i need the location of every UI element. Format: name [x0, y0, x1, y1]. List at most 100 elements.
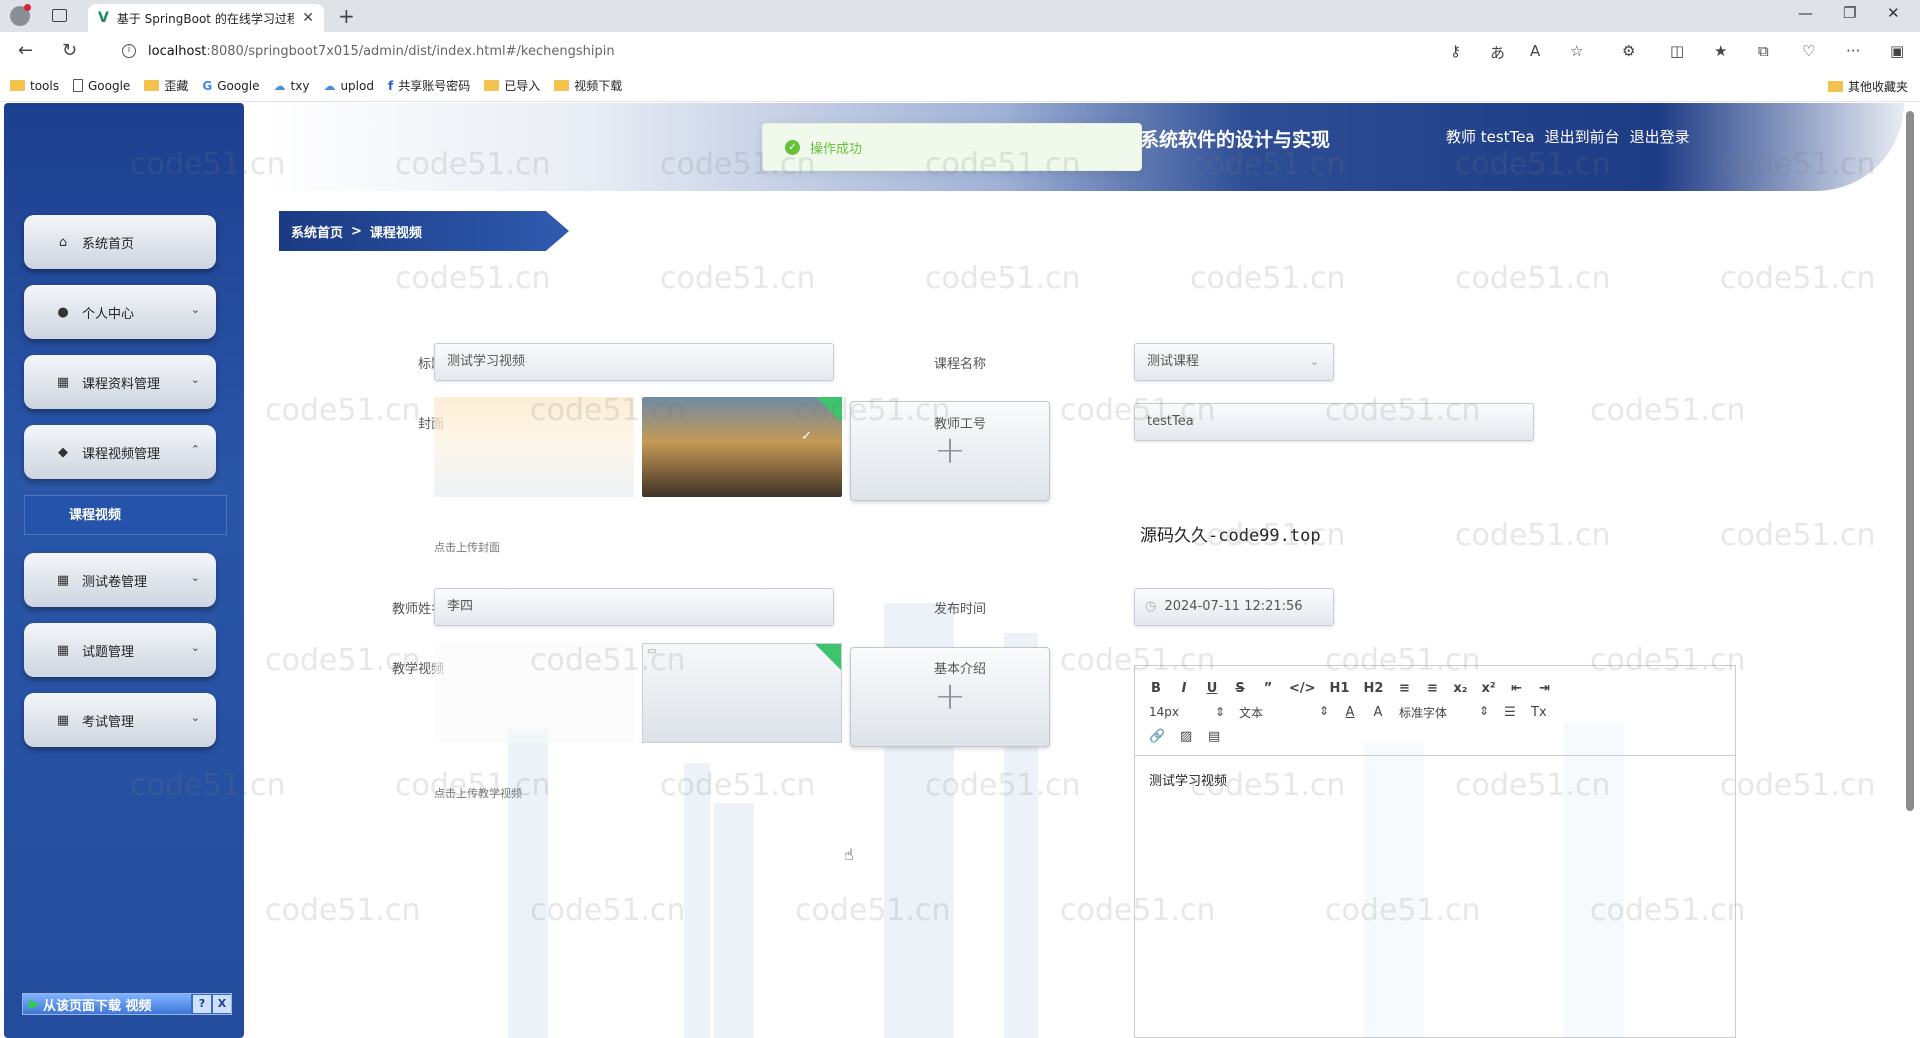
back-icon[interactable]: ←	[18, 40, 33, 61]
site-info-icon[interactable]: i	[122, 44, 136, 58]
grid-icon: ▦	[56, 712, 70, 728]
tab-actions-icon[interactable]	[52, 9, 67, 22]
breadcrumb-home[interactable]: 系统首页	[291, 222, 343, 241]
other-bookmarks[interactable]: 其他收藏夹	[1827, 78, 1908, 95]
subscript-button[interactable]: x₂	[1453, 681, 1467, 696]
background-color-button[interactable]: A	[1371, 705, 1385, 720]
bullet-list-button[interactable]: ≡	[1425, 681, 1439, 696]
minimize-icon[interactable]: —	[1798, 4, 1813, 22]
folder-icon	[144, 80, 160, 91]
page-scrollbar[interactable]	[1906, 111, 1914, 811]
sidebar-toggle-icon[interactable]: ▣	[1890, 42, 1904, 60]
bookmark-google[interactable]: Google	[72, 79, 130, 93]
block-type-select[interactable]: 文本 ⇕	[1239, 704, 1329, 721]
more-menu-icon[interactable]: ···	[1846, 42, 1860, 60]
bookmark-tools[interactable]: tools	[10, 79, 59, 93]
image-icon[interactable]: ▨	[1179, 729, 1193, 744]
blockquote-button[interactable]: ”	[1261, 681, 1275, 696]
h1-button[interactable]: H1	[1330, 681, 1350, 696]
logout-link[interactable]: 退出登录	[1630, 126, 1690, 147]
code-button[interactable]: </>	[1289, 681, 1316, 696]
bookmark-shared-accounts[interactable]: f 共享账号密码	[388, 77, 470, 94]
bookmark-folder[interactable]: 歪藏	[144, 77, 188, 94]
outdent-button[interactable]: ⇤	[1510, 681, 1524, 696]
ordered-list-button[interactable]: ≡	[1397, 681, 1411, 696]
app-area: ⌂ 系统首页 ● 个人中心 ⌄ ▦ 课程资料管理 ⌄ ◆ 课程视频管理 ⌃ 课程…	[0, 103, 1920, 1038]
user-icon: ●	[57, 304, 69, 320]
download-close-button[interactable]: X	[213, 995, 231, 1013]
clear-format-button[interactable]: Tx	[1531, 705, 1547, 720]
refresh-icon[interactable]: ↻	[62, 40, 77, 61]
video-icon[interactable]: ▤	[1207, 729, 1221, 744]
sidebar-item-course-materials[interactable]: ▦ 课程资料管理 ⌄	[24, 355, 216, 409]
bookmark-uplod[interactable]: ☁ uplod	[323, 79, 374, 93]
cover-image-2[interactable]: ✓	[642, 397, 842, 497]
address-bar: ← ↻ i localhost :8080/springboot7x015/ad…	[0, 32, 1920, 70]
success-check-icon: ✓	[785, 139, 800, 155]
sidebar-item-test-paper[interactable]: ▦ 测试卷管理 ⌄	[24, 553, 216, 607]
video-download-button[interactable]: ▶ 从该页面下载 视频	[23, 994, 191, 1014]
indent-button[interactable]: ⇥	[1538, 681, 1552, 696]
favorites-icon[interactable]: ★	[1714, 42, 1727, 60]
course-select[interactable]: 测试课程 ⌄	[1134, 343, 1334, 381]
align-icon[interactable]: ☰	[1503, 705, 1517, 720]
favorite-star-icon[interactable]: ☆	[1570, 42, 1583, 60]
sidebar-item-personal-center[interactable]: ● 个人中心 ⌄	[24, 285, 216, 339]
bookmark-video-download[interactable]: 视频下载	[554, 77, 622, 94]
tab-close-icon[interactable]: ✕	[302, 10, 314, 26]
link-icon[interactable]: 🔗	[1149, 729, 1165, 744]
cover-image-1[interactable]	[434, 397, 634, 497]
font-size-select[interactable]: 14px ⇕	[1149, 705, 1225, 719]
bookmark-txy[interactable]: ☁ txy	[274, 79, 310, 93]
uploaded-flag-icon	[815, 644, 841, 670]
cloud-icon: ☁	[273, 78, 286, 93]
new-tab-icon[interactable]: +	[338, 4, 355, 28]
video-preview-1[interactable]	[434, 643, 634, 743]
read-aloud-icon[interactable]: A	[1530, 42, 1540, 60]
title-input[interactable]: 测试学习视频	[434, 343, 834, 381]
teacher-name-label: 教师姓名	[391, 602, 444, 617]
bookmark-imported[interactable]: 已导入	[484, 77, 540, 94]
home-icon: ⌂	[58, 234, 68, 250]
video-preview-2[interactable]: ▭	[642, 643, 842, 743]
sidebar: ⌂ 系统首页 ● 个人中心 ⌄ ▦ 课程资料管理 ⌄ ◆ 课程视频管理 ⌃ 课程…	[4, 103, 244, 1038]
play-icon: ▶	[29, 996, 39, 1012]
breadcrumb: 系统首页 > 课程视频	[279, 211, 569, 251]
underline-button[interactable]: U	[1205, 681, 1219, 696]
publish-time-picker[interactable]: ◷ 2024-07-11 12:21:56	[1134, 588, 1334, 626]
window-close-icon[interactable]: ✕	[1887, 4, 1900, 22]
sidebar-item-questions[interactable]: ▦ 试题管理 ⌄	[24, 623, 216, 677]
browser-essentials-icon[interactable]: ♡	[1802, 42, 1815, 60]
bookmark-google-2[interactable]: G Google	[202, 79, 259, 93]
font-color-button[interactable]: A	[1343, 705, 1357, 720]
sidebar-item-course-video-mgmt[interactable]: ◆ 课程视频管理 ⌃	[24, 425, 216, 479]
app-title: 系统软件的设计与实现	[1140, 129, 1331, 151]
browser-tab[interactable]: V 基于 SpringBoot 的在线学习过程 ✕	[88, 4, 324, 32]
download-help-button[interactable]: ?	[193, 995, 211, 1013]
sidebar-subitem-course-video[interactable]: 课程视频	[24, 495, 227, 535]
key-icon[interactable]: ⚷	[1450, 42, 1461, 60]
restore-icon[interactable]: ❐	[1843, 4, 1856, 22]
teacher-no-input[interactable]: testTea	[1134, 403, 1534, 441]
h2-button[interactable]: H2	[1363, 681, 1383, 696]
folder-icon	[484, 80, 500, 91]
editor-content[interactable]: 测试学习视频	[1149, 770, 1227, 789]
breadcrumb-current: 课程视频	[369, 225, 422, 241]
strike-button[interactable]: S	[1233, 681, 1247, 696]
teacher-name-input[interactable]: 李四	[434, 588, 834, 626]
sidebar-item-exams[interactable]: ▦ 考试管理 ⌄	[24, 693, 216, 747]
check-icon: ✓	[801, 429, 812, 444]
translate-icon[interactable]: あ	[1490, 42, 1505, 63]
back-to-front-link[interactable]: 退出到前台	[1545, 126, 1620, 147]
extensions-icon[interactable]: ⚙	[1622, 42, 1635, 60]
url-field[interactable]: i localhost :8080/springboot7x015/admin/…	[108, 36, 1578, 66]
font-family-select[interactable]: 标准字体 ⇕	[1399, 704, 1489, 721]
collections-icon[interactable]: ⧉	[1758, 42, 1769, 60]
sidebar-item-home[interactable]: ⌂ 系统首页	[24, 215, 216, 269]
italic-button[interactable]: I	[1177, 681, 1191, 696]
bg-building	[684, 763, 710, 1038]
split-screen-icon[interactable]: ◫	[1670, 42, 1684, 60]
vue-favicon-icon: V	[98, 10, 109, 26]
bold-button[interactable]: B	[1149, 681, 1163, 696]
superscript-button[interactable]: x²	[1482, 681, 1496, 696]
